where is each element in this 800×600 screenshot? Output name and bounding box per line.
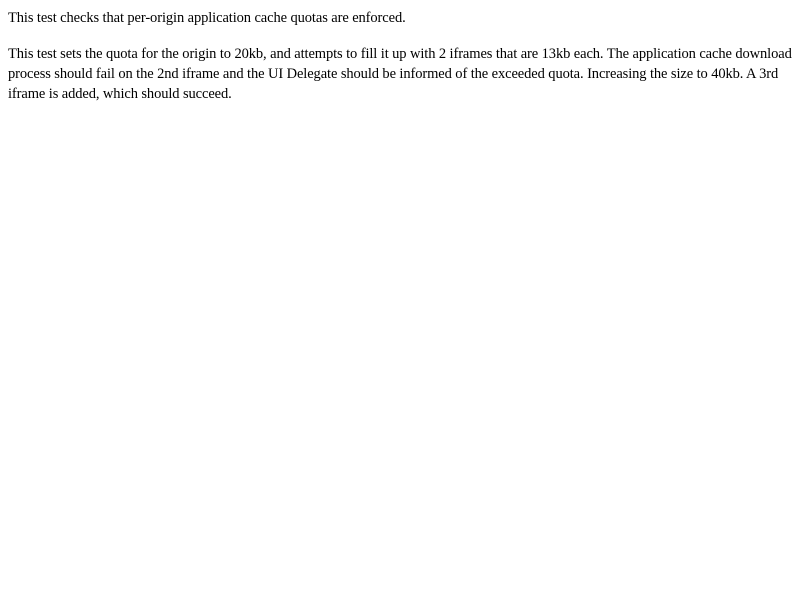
test-description-paragraph: This test checks that per-origin applica… [8,10,406,26]
test-details-paragraph: This test sets the quota for the origin … [8,46,792,102]
document-body: This test checks that per-origin applica… [0,0,800,600]
